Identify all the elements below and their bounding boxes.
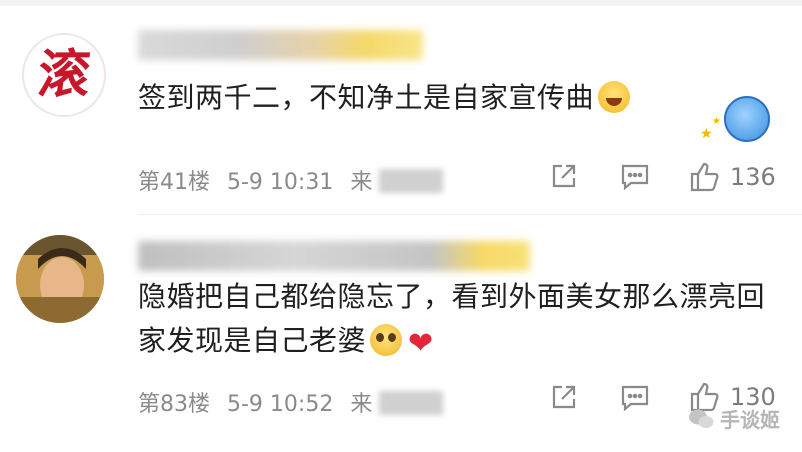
thumbs-up-icon — [690, 162, 719, 192]
comment-body: 签到两千二，不知净土是自家宣传曲 — [138, 81, 595, 114]
avatar-image — [16, 235, 104, 323]
avatar[interactable]: 滚 — [22, 33, 106, 117]
source-blurred — [379, 169, 444, 193]
comment-item: 滚 签到两千二，不知净土是自家宣传曲 ★ ★ 第41楼 5-9 10:31 来 … — [0, 0, 802, 215]
comment-meta: 第83楼 5-9 10:52 来 — [138, 386, 444, 418]
like-count: 136 — [730, 163, 776, 191]
floor-number: 第83楼 — [138, 392, 210, 417]
comment-meta: 第41楼 5-9 10:31 来 — [138, 164, 444, 196]
comment-text: 签到两千二，不知净土是自家宣传曲 — [138, 76, 778, 120]
comment-body: 隐婚把自己都给隐忘了，看到外面美女那么漂亮回家发现是自己老婆 — [138, 280, 766, 357]
reply-button[interactable] — [619, 381, 651, 413]
share-button[interactable] — [548, 381, 580, 413]
source-prefix: 来 — [350, 392, 373, 417]
watermark: 手谈姬 — [688, 404, 780, 433]
timestamp: 5-9 10:31 — [227, 170, 334, 195]
like-button[interactable]: 136 — [688, 160, 776, 194]
share-icon — [552, 385, 576, 409]
avatar-glyph: 滚 — [34, 44, 94, 105]
timestamp: 5-9 10:52 — [227, 392, 334, 417]
laughing-emoji-icon — [598, 81, 631, 113]
comment-icon — [621, 164, 649, 191]
star-icon: ★ — [712, 116, 721, 127]
comment-text: 隐婚把自己都给隐忘了，看到外面美女那么漂亮回家发现是自己老婆 ❤ — [138, 275, 788, 366]
heart-icon: ❤ — [408, 326, 434, 361]
username-blurred[interactable] — [138, 30, 423, 60]
wechat-icon — [689, 409, 714, 428]
pleading-emoji-icon — [370, 324, 403, 356]
reply-button[interactable] — [619, 160, 651, 192]
source-blurred — [379, 391, 444, 415]
share-icon — [552, 164, 576, 188]
comment-item: 隐婚把自己都给隐忘了，看到外面美女那么漂亮回家发现是自己老婆 ❤ 第83楼 5-9… — [0, 215, 802, 452]
avatar[interactable] — [16, 235, 104, 323]
sticker-icon — [724, 96, 770, 142]
floor-number: 第41楼 — [138, 170, 210, 195]
watermark-text: 手谈姬 — [720, 408, 780, 432]
share-button[interactable] — [548, 160, 580, 192]
comment-icon — [621, 385, 649, 412]
star-icon: ★ — [700, 126, 713, 142]
username-blurred[interactable] — [138, 241, 530, 271]
source-prefix: 来 — [350, 170, 373, 195]
